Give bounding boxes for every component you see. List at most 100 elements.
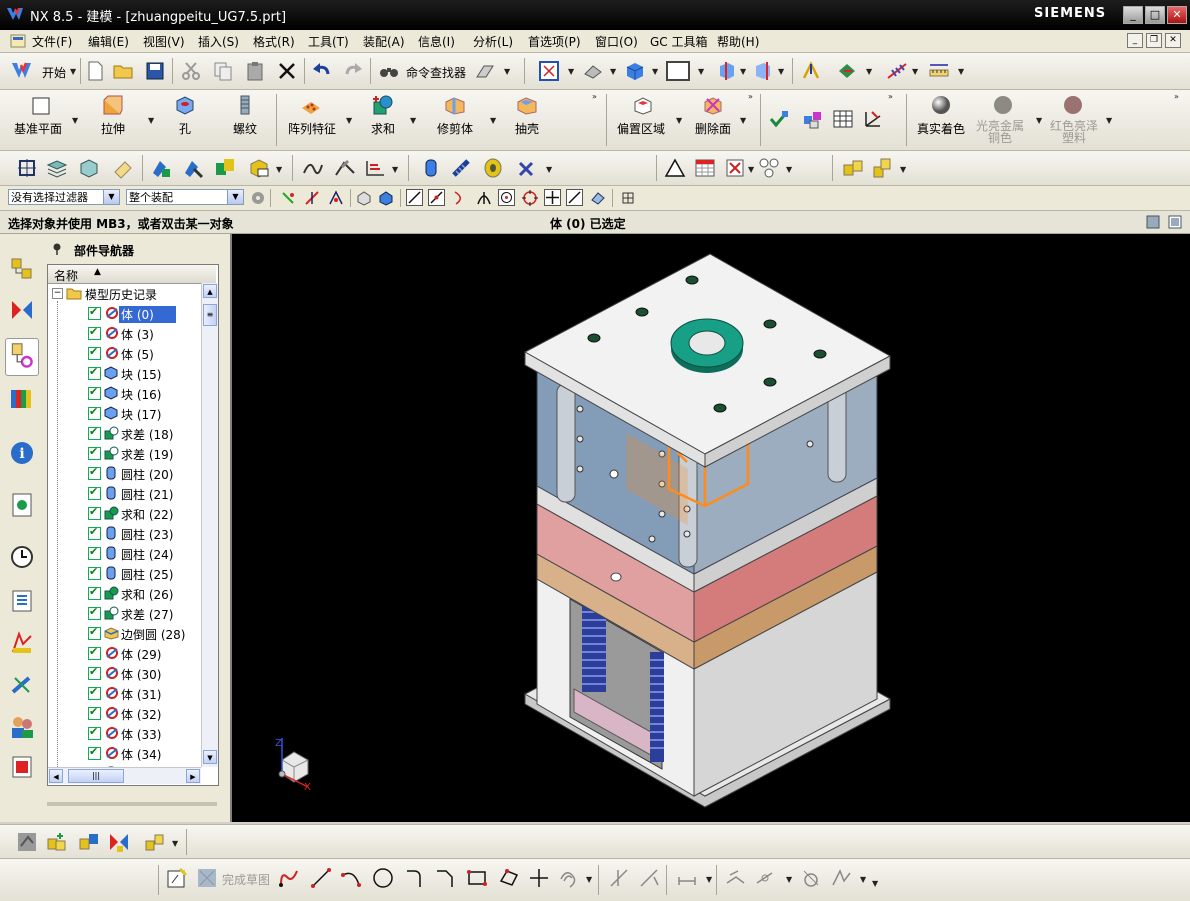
scroll-thumb[interactable]: ≡ (203, 304, 217, 326)
doc-close-button[interactable]: ✕ (1165, 33, 1181, 48)
quick-trim-icon[interactable] (608, 867, 630, 889)
fillet-icon[interactable] (404, 867, 426, 889)
assembly-constraint-icon[interactable] (108, 831, 130, 853)
menu-analysis[interactable]: 分析(L) (473, 33, 513, 50)
column-header-name[interactable]: 名称 ▲ (48, 265, 216, 284)
tree-row[interactable]: 求和 (26) (48, 583, 202, 603)
system-scenes-icon[interactable] (9, 754, 35, 780)
doc-minimize-button[interactable]: _ (1127, 33, 1143, 48)
mold-base-model[interactable]: Z X (232, 234, 1190, 822)
scroll-left-icon[interactable]: ◀ (49, 769, 63, 783)
menu-insert[interactable]: 插入(S) (198, 33, 239, 50)
tree-row[interactable]: 圆柱 (20) (48, 463, 202, 483)
true-shading-label[interactable]: 真实着色 (917, 120, 965, 137)
assembly-navigator-icon[interactable] (9, 256, 35, 282)
tree-root-model-history[interactable]: − 模型历史记录 (48, 283, 202, 303)
tree-row[interactable]: 求差 (19) (48, 443, 202, 463)
scroll-down-icon[interactable]: ▼ (203, 750, 217, 764)
snap-point-on-face-icon[interactable] (590, 190, 606, 206)
hole-label[interactable]: 孔 (179, 120, 191, 137)
vertical-scrollbar[interactable]: ▲ ≡ ▼ (201, 283, 218, 767)
binoculars-icon[interactable] (378, 60, 400, 82)
tree-row[interactable]: 求差 (27) (48, 603, 202, 623)
snap-arc-center-button[interactable] (498, 189, 515, 206)
triangle-icon[interactable] (664, 157, 686, 179)
measure-distance-icon[interactable] (928, 60, 950, 82)
extrude-icon[interactable] (102, 94, 124, 116)
red-plastic-icon[interactable] (1062, 94, 1084, 116)
unite-label[interactable]: 求和 (371, 120, 395, 137)
chamfer-icon[interactable] (434, 867, 456, 889)
roles-icon[interactable] (9, 714, 35, 740)
tree-row[interactable]: 圆柱 (21) (48, 483, 202, 503)
menu-window[interactable]: 窗口(O) (595, 33, 638, 50)
wave-link-icon[interactable] (16, 157, 38, 179)
h-scroll-thumb[interactable]: ||| (68, 769, 124, 783)
menu-help[interactable]: 帮助(H) (717, 33, 759, 50)
selection-gear-icon[interactable] (250, 190, 266, 206)
select-edge-icon[interactable] (304, 190, 320, 206)
app-menu-icon[interactable] (10, 34, 26, 48)
add-existing-component-icon[interactable] (46, 831, 68, 853)
line-icon[interactable] (310, 867, 332, 889)
type-filter-dropdown[interactable]: 没有选择过滤器 ▼ (8, 189, 120, 205)
system-materials-icon[interactable] (9, 588, 35, 614)
menu-tools[interactable]: 工具(T) (308, 33, 349, 50)
tree-row[interactable]: 圆柱 (25) (48, 563, 202, 583)
graphics-window[interactable]: Z X (232, 234, 1190, 822)
sketch-icon[interactable] (166, 867, 188, 889)
axis-icon[interactable] (862, 108, 884, 130)
datum-plane-label[interactable]: 基准平面 (14, 120, 62, 137)
move-component-icon[interactable] (78, 831, 100, 853)
display-edit-icon[interactable] (474, 60, 496, 82)
eraser-icon[interactable] (112, 157, 134, 179)
visibility-checkbox[interactable] (88, 565, 101, 580)
dimension-icon[interactable] (676, 867, 698, 889)
selection-scope-dropdown[interactable]: 整个装配 ▼ (126, 189, 244, 205)
visibility-checkbox[interactable] (88, 745, 101, 760)
visibility-checkbox[interactable] (88, 685, 101, 700)
gear-tool-icon[interactable] (516, 157, 538, 179)
thread-icon[interactable] (234, 94, 256, 116)
layers-icon[interactable] (46, 157, 68, 179)
select-feature-icon[interactable] (280, 190, 296, 206)
snap-midpoint-button[interactable] (428, 189, 445, 206)
trim-body-icon[interactable] (444, 94, 466, 116)
visibility-checkbox[interactable] (88, 445, 101, 460)
part-navigator-icon[interactable] (5, 338, 39, 376)
circle-icon[interactable] (372, 867, 394, 889)
check-mate-icon[interactable] (768, 108, 790, 130)
section-view-icon[interactable] (716, 60, 738, 82)
tree-row[interactable]: 体 (33) (48, 723, 202, 743)
collapse-icon[interactable]: − (52, 288, 63, 299)
snap-control-point-icon[interactable] (452, 190, 468, 206)
bearing-icon[interactable] (482, 157, 504, 179)
new-file-icon[interactable] (84, 60, 106, 82)
start-dropdown-icon[interactable]: ▼ (70, 67, 76, 76)
true-shading-icon[interactable] (930, 94, 952, 116)
close-button[interactable]: ✕ (1167, 6, 1187, 24)
maximize-button[interactable]: □ (1145, 6, 1165, 24)
extrude-label[interactable]: 拉伸 (101, 120, 125, 137)
visibility-checkbox[interactable] (88, 645, 101, 660)
menu-view[interactable]: 视图(V) (143, 33, 185, 50)
paste-icon[interactable] (244, 60, 266, 82)
tree-row[interactable]: 求差 (18) (48, 423, 202, 443)
shell-icon[interactable] (516, 94, 538, 116)
visibility-checkbox[interactable] (88, 525, 101, 540)
delete-face-label[interactable]: 删除面 (695, 120, 731, 137)
tree-row[interactable]: 边倒圆 (28) (48, 623, 202, 643)
tree-row[interactable]: 块 (15) (48, 363, 202, 383)
curve-icon[interactable] (334, 157, 356, 179)
table-icon[interactable] (832, 108, 854, 130)
clip-section-icon[interactable] (752, 60, 774, 82)
tree-row[interactable]: 块 (16) (48, 383, 202, 403)
geometric-constraint-icon[interactable] (724, 867, 746, 889)
snap-point-on-curve-button[interactable] (566, 189, 583, 206)
snap-points-icon[interactable] (886, 60, 908, 82)
assembly-icon[interactable] (802, 108, 824, 130)
tree-row[interactable]: 体 (34) (48, 743, 202, 763)
hole-icon[interactable] (174, 94, 196, 116)
reuse-library-icon[interactable] (9, 384, 35, 410)
tree-row[interactable]: 体 (31) (48, 683, 202, 703)
